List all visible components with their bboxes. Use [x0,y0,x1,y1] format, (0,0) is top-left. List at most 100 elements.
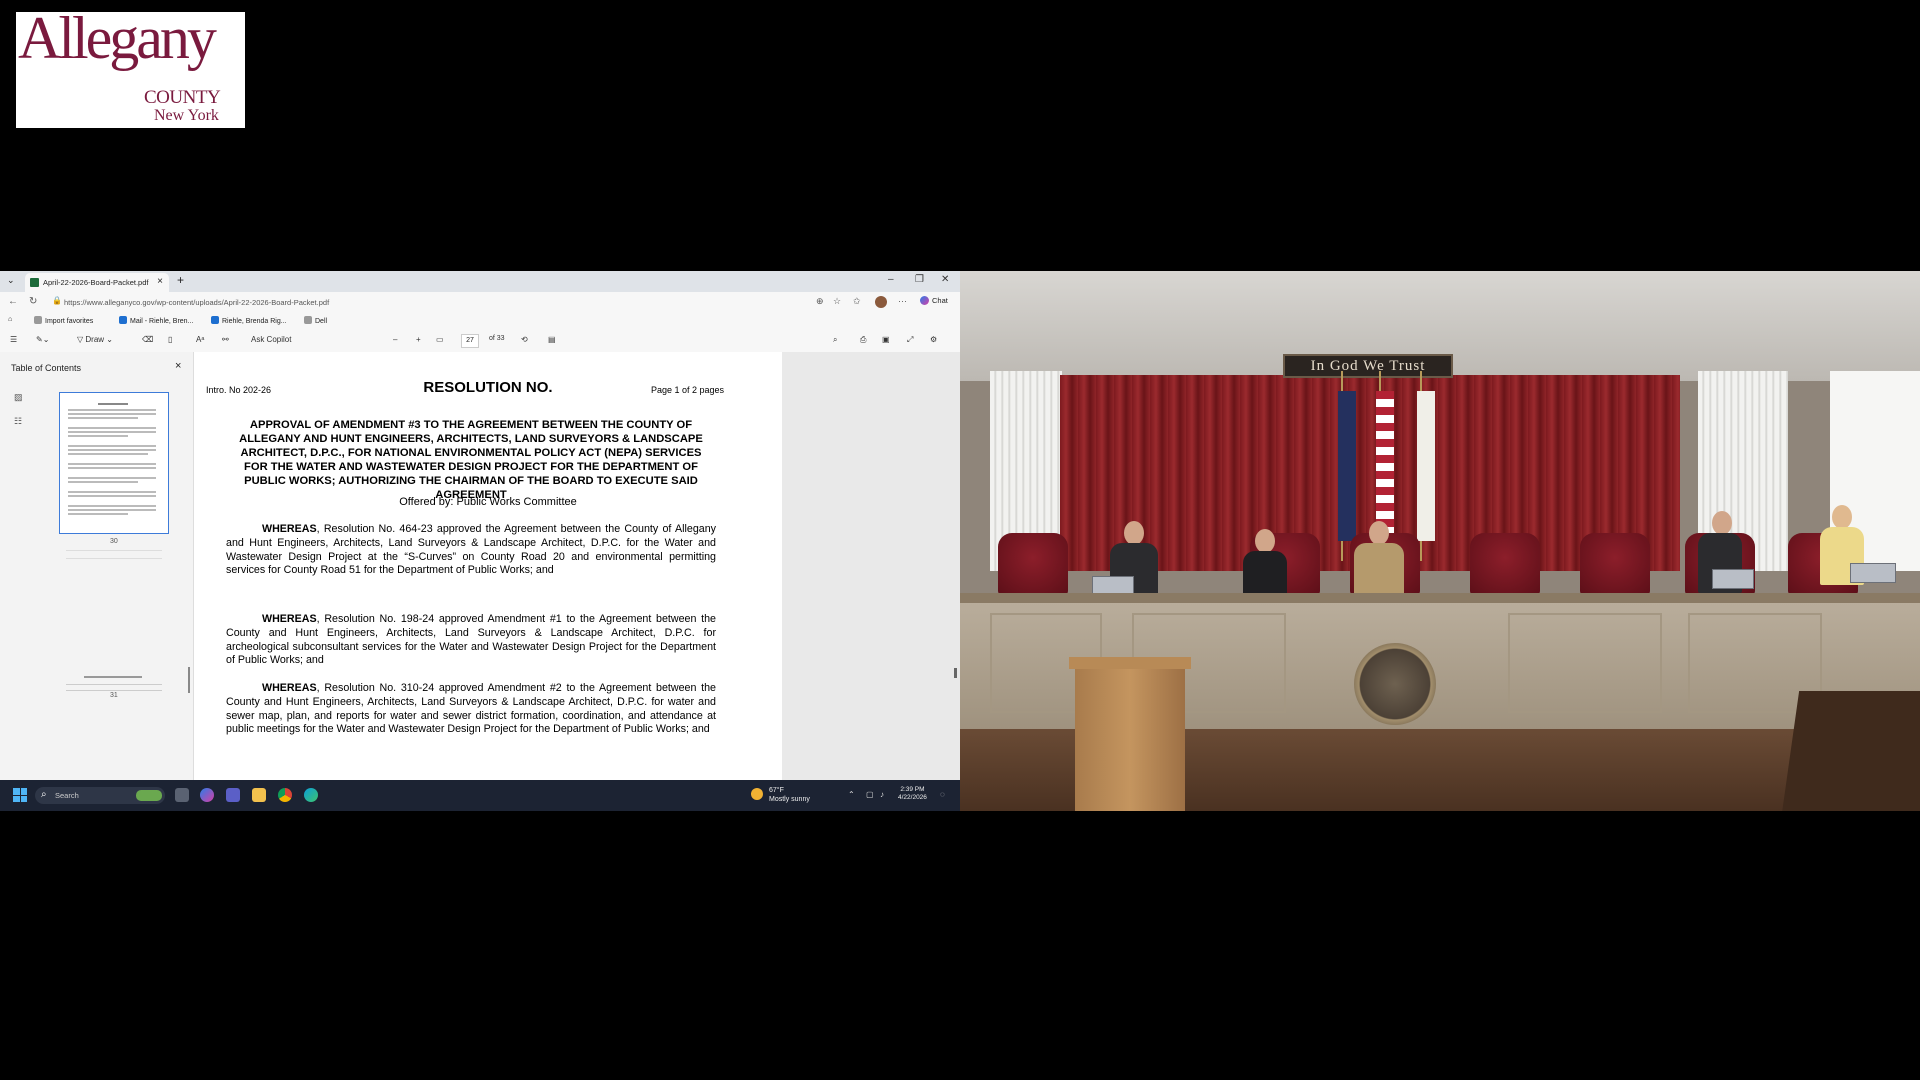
copilot-icon [920,296,929,305]
search-highlight-icon [136,790,162,801]
chair [998,533,1068,595]
address-bar-row: ← ↻ 🔒 https://www.alleganyco.gov/wp-cont… [0,292,960,312]
restore-icon[interactable]: ❐ [915,274,924,285]
zoom-icon[interactable]: ⊕ [816,296,824,307]
profile-avatar[interactable] [875,296,887,308]
tab-title: April-22-2026-Board-Packet.pdf [43,278,149,287]
highlight-icon[interactable]: ✎⌄ [36,335,49,344]
teams-icon[interactable] [226,788,240,802]
url-field[interactable]: 🔒 https://www.alleganyco.gov/wp-content/… [52,295,812,309]
tab-bar: ⌄ April-22-2026-Board-Packet.pdf × + – ❐… [0,271,960,292]
contents-icon[interactable]: ☰ [10,335,17,344]
thumbnails-icon[interactable]: ▨ [14,392,23,403]
logo-state: New York [154,107,219,124]
print-icon[interactable]: ⎙ [860,335,866,345]
page-thumbnail-31[interactable] [62,544,166,584]
whereas-label: WHEREAS [262,523,317,535]
search-icon: ⌕ [41,789,47,800]
settings-icon[interactable]: ⚙ [930,335,937,344]
page-thumbnail-32[interactable] [62,670,166,706]
new-tab-icon[interactable]: + [177,273,184,287]
zoom-out-button[interactable]: – [393,335,397,344]
minimize-icon[interactable]: – [888,274,894,285]
allegany-county-logo: Allegany COUNTY New York [16,8,245,128]
network-icon[interactable]: ▢ [866,790,874,799]
fullscreen-icon[interactable]: ⤢ [907,335,913,345]
close-tab-icon[interactable]: × [157,276,163,287]
taskbar-search[interactable]: ⌕ Search [35,787,165,804]
dais-panel [1508,613,1662,713]
pdf-scrollbar[interactable] [951,352,960,780]
page-view-icon[interactable]: ▯ [168,335,172,344]
meeting-video-feed: In God We Trust [960,271,1920,811]
outlook-icon [211,316,219,324]
favorite-dell[interactable]: Dell [304,316,327,325]
task-view-icon[interactable] [175,788,189,802]
chair [1580,533,1650,595]
favorite-label: Riehle, Brenda Rig... [222,318,287,325]
fit-page-icon[interactable]: ▭ [436,335,444,344]
browser-tab[interactable]: April-22-2026-Board-Packet.pdf × [25,273,169,292]
table-of-contents-panel: Table of Contents × ▨ ☷ 30 31 [0,352,194,780]
back-icon[interactable]: ← [8,296,18,307]
favorite-star-icon[interactable]: ☆ [833,296,841,307]
volume-icon[interactable]: ♪ [880,790,884,799]
favorites-icon[interactable]: ✩ [853,296,861,307]
erase-icon[interactable]: ⌫ [142,335,153,344]
windows-start-icon[interactable] [13,788,27,802]
laptop [1712,569,1754,589]
more-icon[interactable]: ··· [898,296,907,306]
whereas-label: WHEREAS [262,682,317,694]
pdf-scroll-thumb[interactable] [954,668,957,678]
favorite-import[interactable]: Import favorites [34,316,93,325]
immersive-icon[interactable]: ⚯ [222,335,229,344]
search-icon[interactable]: ⌕ [833,335,837,345]
podium-top [1069,657,1191,669]
notification-icon[interactable]: ◌ [940,790,945,799]
outline-icon[interactable]: ☷ [14,416,22,427]
zoom-in-button[interactable]: + [416,335,421,344]
favorite-mail[interactable]: Mail - Riehle, Bren... [119,316,193,325]
logo-word: Allegany [18,5,217,71]
page-thumbnail-30[interactable] [59,392,169,534]
person-body [1243,551,1287,599]
refresh-icon[interactable]: ↻ [29,296,37,307]
person-body [1354,543,1404,599]
browser-window: ⌄ April-22-2026-Board-Packet.pdf × + – ❐… [0,271,960,811]
favorite-label: Import favorites [45,318,94,325]
chair [1470,533,1540,595]
favorite-riehle[interactable]: Riehle, Brenda Rig... [211,316,287,325]
chrome-icon[interactable] [278,788,292,802]
draw-button[interactable]: ▽ Draw ⌄ [77,335,113,344]
toc-scrollbar[interactable] [188,667,190,693]
clock-time: 2:39 PM [900,786,925,793]
tab-actions-icon[interactable]: ⌄ [7,275,15,286]
read-aloud-icon[interactable]: Aᵃ [196,335,204,344]
ask-copilot-button[interactable]: Ask Copilot [251,335,291,344]
county-flag [1417,391,1435,541]
file-explorer-icon[interactable] [252,788,266,802]
person-head [1255,529,1275,553]
edge-icon[interactable] [304,788,318,802]
copilot-chat-button[interactable]: Chat [920,296,948,305]
close-window-icon[interactable]: ✕ [941,274,949,285]
two-page-icon[interactable]: ▤ [548,335,556,344]
offered-by: Offered by: Public Works Committee [399,496,577,508]
motto-sign: In God We Trust [1283,354,1453,378]
outlook-icon [119,316,127,324]
taskbar-clock[interactable]: 2:39 PM 4/22/2026 [898,786,927,802]
chevron-up-icon[interactable]: ⌃ [848,790,855,799]
state-flag [1338,391,1356,541]
resolution-heading: APPROVAL OF AMENDMENT #3 TO THE AGREEMEN… [239,419,703,501]
rotate-icon[interactable]: ⟲ [521,335,528,344]
draw-label: Draw [85,335,105,344]
copilot-app-icon[interactable] [200,788,214,802]
hide-favorites-icon[interactable]: ⌂ [8,316,12,323]
toc-title: Table of Contents [11,363,82,373]
close-toc-icon[interactable]: × [175,360,181,372]
page-number-input[interactable]: 27 [461,334,479,348]
pdf-file-icon [30,278,39,287]
folder-icon [304,316,312,324]
page-info: Page 1 of 2 pages [650,385,724,395]
save-icon[interactable]: ▣ [882,335,890,344]
